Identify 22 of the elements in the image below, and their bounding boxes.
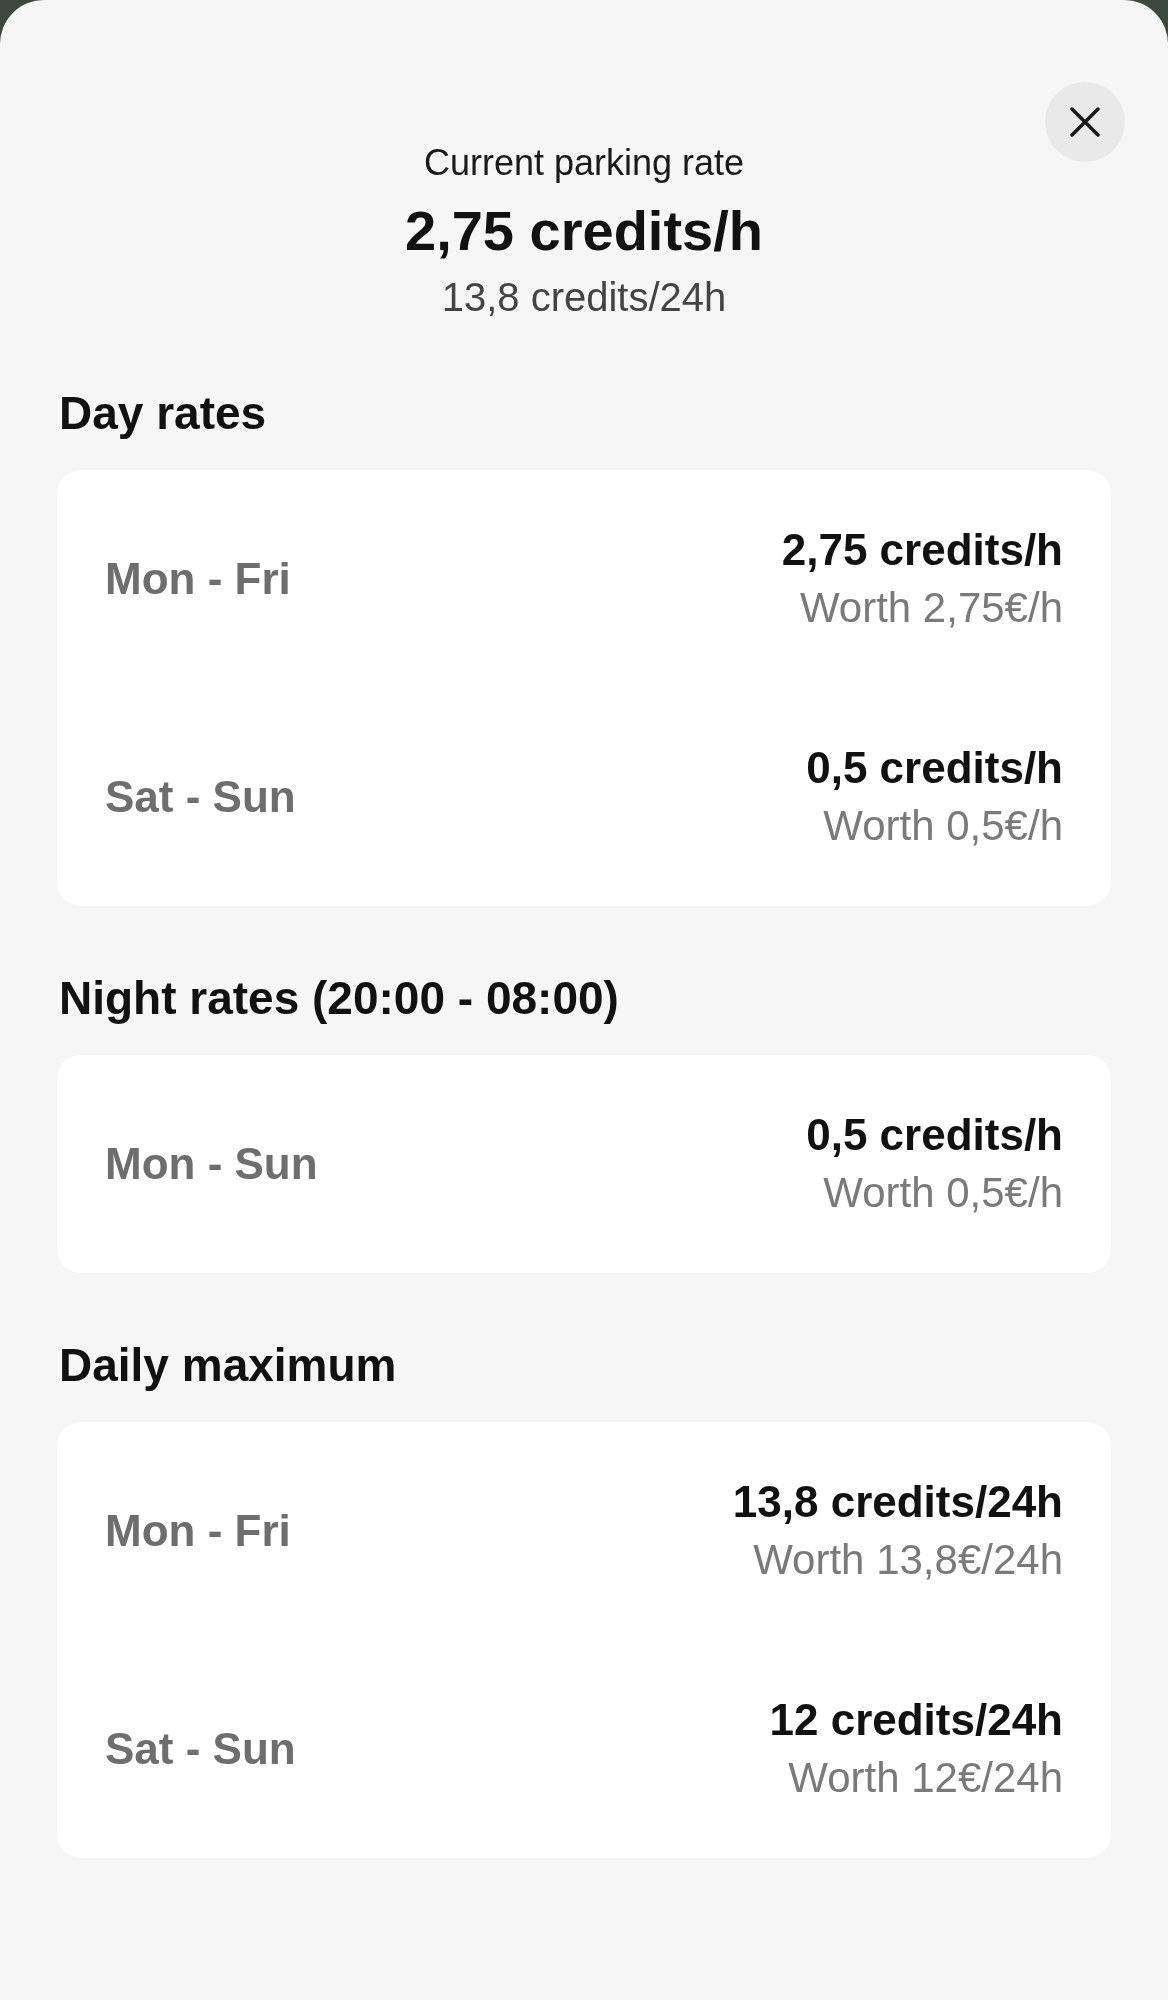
rate-value: 0,5 credits/h: [806, 1109, 1063, 1161]
day-range: Sat - Sun: [105, 771, 296, 823]
rate-worth: Worth 2,75€/h: [799, 583, 1063, 633]
rate-worth: Worth 0,5€/h: [823, 1168, 1063, 1218]
daily-rate: 13,8 credits/24h: [441, 274, 727, 321]
day-range: Mon - Sun: [105, 1138, 318, 1190]
day-range: Sat - Sun: [105, 1723, 296, 1775]
day-range: Mon - Fri: [105, 553, 291, 605]
rate-value: 12 credits/24h: [769, 1694, 1063, 1746]
section-heading: Daily maximum: [58, 1338, 397, 1393]
rate-worth: Worth 13,8€/24h: [753, 1535, 1063, 1585]
section-heading: Day rates: [58, 386, 267, 441]
rate-value: 13,8 credits/24h: [732, 1476, 1063, 1528]
rate-worth: Worth 12€/24h: [788, 1753, 1063, 1803]
rate-caption: Current parking rate: [423, 141, 745, 185]
rate-worth: Worth 0,5€/h: [823, 801, 1063, 851]
section-heading: Night rates (20:00 - 08:00): [58, 971, 619, 1026]
close-icon: [1070, 107, 1100, 137]
rate-value: 0,5 credits/h: [806, 742, 1063, 794]
current-rate: 2,75 credits/h: [405, 199, 763, 263]
rate-value: 2,75 credits/h: [781, 524, 1063, 576]
day-range: Mon - Fri: [105, 1505, 291, 1557]
